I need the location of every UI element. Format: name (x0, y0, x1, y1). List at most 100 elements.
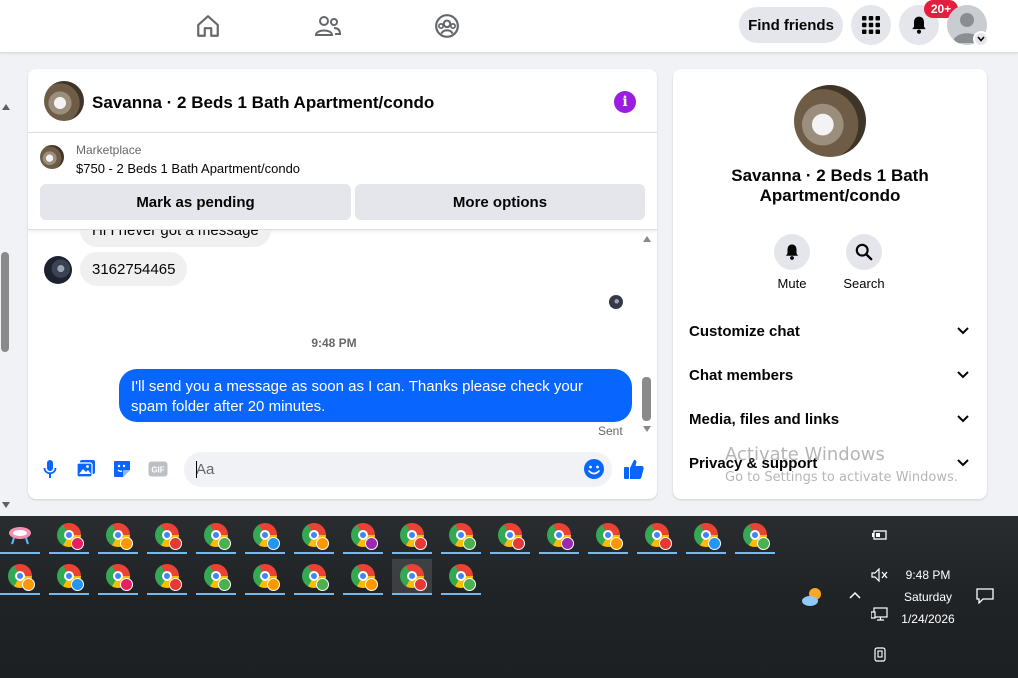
outgoing-message-bubble[interactable]: I'll send you a message as soon as I can… (119, 369, 632, 422)
message-input[interactable] (184, 452, 612, 487)
photo-icon[interactable] (75, 458, 97, 480)
weather-icon[interactable] (800, 584, 826, 610)
sticker-icon[interactable] (111, 458, 133, 480)
chevron-down-icon (955, 367, 971, 383)
bell-icon[interactable] (774, 234, 810, 270)
chrome-icon (8, 564, 35, 591)
clock-date[interactable]: 1/24/2026 (892, 612, 964, 626)
network-icon[interactable] (870, 606, 890, 624)
taskbar-chrome-window[interactable] (245, 518, 285, 554)
listing-title[interactable]: $750 - 2 Beds 1 Bath Apartment/condo (76, 161, 300, 176)
taskbar-chrome-window[interactable] (49, 559, 89, 595)
profile-badge-icon (463, 537, 476, 550)
groups-icon[interactable] (430, 10, 464, 42)
profile-badge-icon (463, 578, 476, 591)
friends-icon[interactable] (311, 10, 345, 42)
chat-avatar[interactable] (44, 81, 84, 121)
search-icon[interactable] (846, 234, 882, 270)
notification-center-icon[interactable] (975, 586, 995, 606)
chat-scroll-up-arrow[interactable] (643, 236, 651, 242)
account-chevron-down-icon[interactable] (973, 31, 989, 47)
chat-scrollbar-thumb[interactable] (642, 377, 651, 421)
conversation-title: Savanna · 2 Beds 1 Bath Apartment/condo (731, 166, 929, 205)
listing-thumbnail[interactable] (40, 145, 64, 169)
taskbar-chrome-window[interactable] (147, 559, 187, 595)
taskbar-chrome-window[interactable] (686, 518, 726, 554)
battery-icon[interactable] (870, 526, 890, 544)
taskbar-chrome-window[interactable] (588, 518, 628, 554)
chat-members-row[interactable]: Chat members (689, 363, 971, 387)
like-thumbs-up-icon[interactable] (623, 458, 645, 480)
media-files-links-row[interactable]: Media, files and links (689, 407, 971, 431)
clock-day[interactable]: Saturday (892, 590, 964, 604)
taskbar-chrome-window[interactable] (245, 559, 285, 595)
gif-icon[interactable]: GIF (147, 458, 169, 480)
chrome-icon (351, 564, 378, 591)
info-icon[interactable]: i (614, 91, 636, 113)
menu-grid-icon[interactable] (851, 5, 891, 45)
clock-time[interactable]: 9:48 PM (892, 568, 964, 582)
mark-as-pending-button[interactable]: Mark as pending (40, 184, 351, 220)
profile-badge-icon (316, 537, 329, 550)
mute-action[interactable]: Mute (762, 234, 822, 291)
emoji-icon[interactable] (583, 458, 605, 480)
profile-badge-icon (267, 537, 280, 550)
mute-label: Mute (777, 276, 807, 291)
taskbar-chrome-window[interactable] (735, 518, 775, 554)
taskbar-chrome-window[interactable] (294, 559, 334, 595)
profile-badge-icon (708, 537, 721, 550)
taskbar-chrome-window[interactable] (98, 518, 138, 554)
taskbar-chrome-window[interactable] (343, 559, 383, 595)
taskbar-chrome-window[interactable] (539, 518, 579, 554)
chat-scroll-down-arrow[interactable] (643, 426, 651, 432)
home-icon[interactable] (191, 10, 225, 42)
taskbar-chrome-window[interactable] (441, 518, 481, 554)
taskbar-chrome-window[interactable] (637, 518, 677, 554)
section-label: Customize chat (689, 322, 800, 340)
taskbar-chrome-window[interactable] (343, 518, 383, 554)
incoming-message-bubble[interactable]: 3162754465 (80, 252, 188, 286)
page-scroll-up-arrow[interactable] (2, 104, 10, 110)
profile-badge-icon (169, 578, 182, 591)
find-friends-button[interactable]: Find friends (739, 7, 843, 43)
profile-badge-icon (316, 578, 329, 591)
profile-badge-icon (22, 578, 35, 591)
chrome-icon (596, 523, 623, 550)
sender-avatar[interactable] (44, 256, 72, 284)
message-timestamp: 9:48 PM (311, 336, 357, 350)
taskbar-chrome-window[interactable] (49, 518, 89, 554)
taskbar-chrome-window[interactable] (196, 559, 236, 595)
page-scrollbar-thumb[interactable] (1, 252, 9, 352)
taskbar-app-snipping-icon[interactable] (0, 518, 40, 554)
taskbar-chrome-window[interactable] (147, 518, 187, 554)
privacy-support-row[interactable]: Privacy & support (689, 451, 971, 475)
taskbar-chrome-window[interactable] (392, 518, 432, 554)
profile-badge-icon (414, 578, 427, 591)
conversation-avatar[interactable] (794, 85, 866, 157)
taskbar-chrome-window[interactable] (392, 559, 432, 595)
page-scroll-down-arrow[interactable] (2, 502, 10, 508)
incoming-message-bubble[interactable]: Hi I never got a message (80, 230, 271, 247)
profile-badge-icon (267, 578, 280, 591)
chrome-icon (57, 564, 84, 591)
microphone-icon[interactable] (39, 458, 61, 480)
taskbar-chrome-window[interactable] (0, 559, 40, 595)
chat-title[interactable]: Savanna · 2 Beds 1 Bath Apartment/condo (92, 93, 434, 113)
chevron-up-icon[interactable] (846, 586, 864, 604)
volume-muted-icon[interactable] (870, 566, 890, 584)
taskbar-chrome-window[interactable] (294, 518, 334, 554)
chat-header: Savanna · 2 Beds 1 Bath Apartment/condo … (28, 69, 657, 133)
chevron-down-icon (955, 455, 971, 471)
chrome-icon (743, 523, 770, 550)
taskbar-chrome-window[interactable] (98, 559, 138, 595)
search-action[interactable]: Search (834, 234, 894, 291)
chrome-icon (155, 523, 182, 550)
profile-badge-icon (71, 578, 84, 591)
more-options-button[interactable]: More options (355, 184, 645, 220)
taskbar-chrome-window[interactable] (196, 518, 236, 554)
customize-chat-row[interactable]: Customize chat (689, 319, 971, 343)
profile-badge-icon (218, 537, 231, 550)
device-icon[interactable] (870, 646, 890, 664)
taskbar-chrome-window[interactable] (441, 559, 481, 595)
taskbar-chrome-window[interactable] (490, 518, 530, 554)
